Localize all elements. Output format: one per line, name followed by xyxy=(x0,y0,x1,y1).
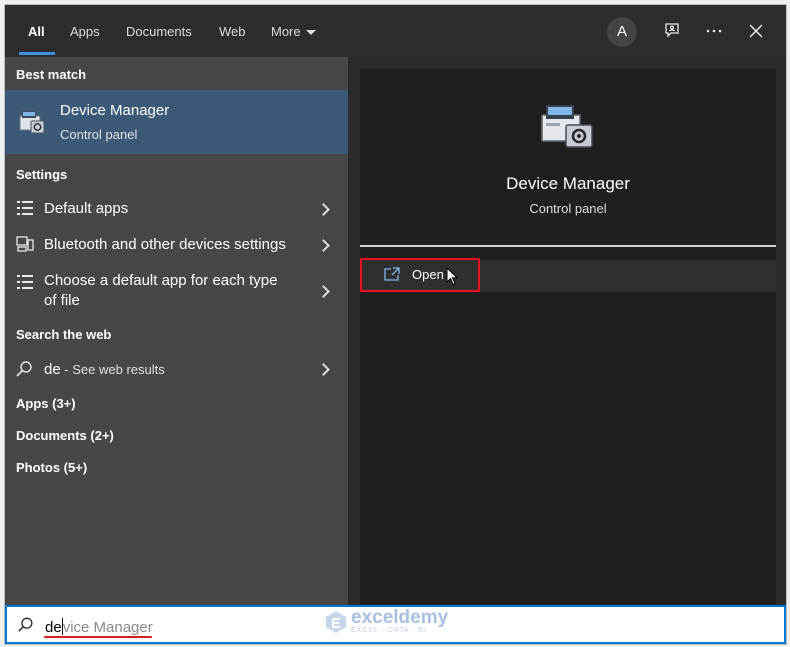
chevron-right-icon[interactable] xyxy=(317,363,330,376)
search-window: All Apps Documents Web More A Best match xyxy=(4,4,787,645)
list-icon xyxy=(17,275,33,289)
tab-apps[interactable]: Apps xyxy=(70,23,100,41)
search-typed-text: de xyxy=(45,619,62,636)
tab-more-label: More xyxy=(271,24,301,39)
category-apps[interactable]: Apps (3+) xyxy=(16,396,76,411)
watermark-text: exceldemy EXCEL · DATA · BI xyxy=(351,607,449,634)
settings-item-label: Default apps xyxy=(44,200,129,217)
best-match-heading: Best match xyxy=(16,67,87,82)
red-underline xyxy=(44,636,152,638)
top-bar: All Apps Documents Web More A xyxy=(5,5,786,57)
best-match-item[interactable]: Device Manager Control panel xyxy=(5,90,348,154)
tab-all[interactable]: All xyxy=(28,23,45,41)
search-input[interactable]: device Manager xyxy=(45,618,153,636)
exceldemy-logo-icon xyxy=(326,610,346,633)
results-pane: Best match Device Manager Control panel … xyxy=(5,57,348,605)
detail-divider xyxy=(360,245,776,247)
chevron-right-icon[interactable] xyxy=(317,285,330,298)
chevron-down-icon xyxy=(305,30,316,36)
settings-item-label-line1: Choose a default app for each type xyxy=(44,272,278,289)
mouse-cursor-icon xyxy=(446,267,458,286)
web-result-item[interactable]: de - See web results xyxy=(5,355,348,383)
device-manager-icon xyxy=(19,111,45,134)
web-result-text: de - See web results xyxy=(44,360,165,380)
settings-heading: Settings xyxy=(16,167,68,182)
open-action[interactable]: Open xyxy=(360,258,776,292)
settings-item-default-apps[interactable]: Default apps xyxy=(5,195,348,223)
chevron-right-icon[interactable] xyxy=(317,203,330,216)
search-icon xyxy=(16,361,32,377)
watermark-tagline: EXCEL · DATA · BI xyxy=(351,627,427,634)
settings-item-label: Bluetooth and other devices settings xyxy=(44,236,286,253)
active-tab-indicator xyxy=(19,52,55,55)
tab-more[interactable]: More xyxy=(271,23,316,41)
category-photos[interactable]: Photos (5+) xyxy=(16,460,87,475)
settings-item-label-line2: of file xyxy=(44,292,80,309)
feedback-icon[interactable] xyxy=(660,19,684,43)
web-query: de xyxy=(44,361,61,378)
open-button-label[interactable]: Open xyxy=(412,267,444,282)
best-match-subtitle: Control panel xyxy=(60,127,138,142)
watermark-name: exceldemy xyxy=(351,607,449,628)
settings-item-bluetooth[interactable]: Bluetooth and other devices settings xyxy=(5,231,348,259)
search-icon xyxy=(18,617,33,632)
list-icon xyxy=(17,201,33,215)
watermark: exceldemy EXCEL · DATA · BI xyxy=(325,607,449,634)
search-web-heading: Search the web xyxy=(16,327,112,342)
devices-icon xyxy=(16,236,34,252)
search-bar[interactable]: device Manager exceldemy EXCEL · DATA · … xyxy=(5,605,786,644)
category-documents[interactable]: Documents (2+) xyxy=(16,428,114,443)
chevron-right-icon[interactable] xyxy=(317,239,330,252)
web-result-suffix: - See web results xyxy=(60,362,165,377)
more-options-icon[interactable] xyxy=(702,19,726,43)
detail-subtitle: Control panel xyxy=(529,201,607,216)
device-manager-icon xyxy=(541,105,593,148)
tab-web[interactable]: Web xyxy=(219,23,246,41)
detail-title: Device Manager xyxy=(506,174,630,193)
avatar[interactable]: A xyxy=(607,17,637,47)
close-icon[interactable] xyxy=(744,19,768,43)
best-match-title: Device Manager xyxy=(60,102,170,119)
settings-item-default-app-type[interactable]: Choose a default app for each type of fi… xyxy=(5,267,348,315)
open-icon xyxy=(384,267,400,281)
search-completion-text: vice Manager xyxy=(62,619,153,636)
tab-documents[interactable]: Documents xyxy=(126,23,192,41)
detail-pane: Device Manager Control panel Open xyxy=(360,69,776,605)
